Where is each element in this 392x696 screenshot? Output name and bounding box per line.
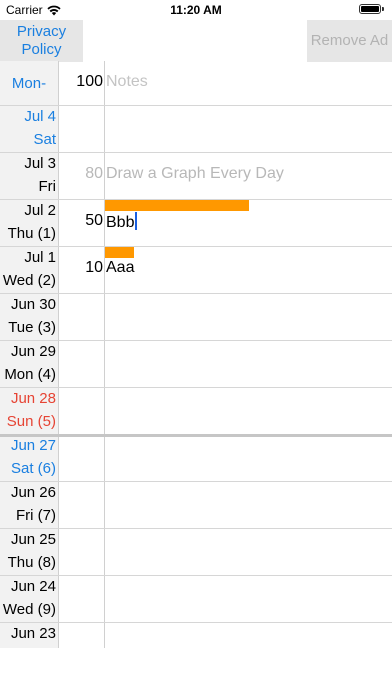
date-label: Jun 29	[10, 343, 56, 360]
date-row[interactable]: Jun 26 Fri (7)	[0, 481, 58, 527]
clock: 11:20 AM	[170, 3, 222, 17]
date-row[interactable]: Jun 25 Thu (8)	[0, 528, 58, 574]
row-divider	[0, 340, 392, 341]
battery-icon	[359, 4, 384, 14]
remove-ad-button[interactable]: Remove Ad	[307, 20, 392, 62]
date-row[interactable]: Jul 4 Sat	[0, 105, 58, 151]
value-column-divider	[104, 61, 105, 648]
privacy-policy-button[interactable]: Privacy Policy	[0, 20, 83, 62]
row-divider	[0, 246, 392, 247]
battery-level	[361, 6, 379, 12]
date-row[interactable]: Jul 2 Thu (1)	[0, 199, 58, 245]
date-row[interactable]: Jul 1 Wed (2)	[0, 246, 58, 292]
date-label: Jul 1	[24, 249, 56, 266]
row-divider	[0, 528, 392, 529]
row-divider	[0, 105, 392, 106]
week-start-selector[interactable]: Mon-	[0, 61, 58, 105]
value-bar	[105, 247, 134, 258]
date-label: Jun 25	[10, 531, 56, 548]
date-label: Jun 26	[10, 484, 56, 501]
weekday-label: Wed (9)	[2, 601, 56, 618]
entry-value[interactable]: 80	[61, 165, 103, 183]
max-value-label: 100	[76, 73, 103, 90]
text-cursor	[135, 212, 138, 230]
date-label: Jun 27	[10, 437, 56, 454]
date-label: Jul 4	[24, 108, 56, 125]
notes-field[interactable]: Notes	[106, 73, 148, 91]
date-label: Jun 24	[10, 578, 56, 595]
date-row[interactable]: Jun 28 Sun (5)	[0, 387, 58, 433]
weekday-label: Mon (4)	[4, 366, 56, 383]
weekday-label: Thu (8)	[7, 554, 56, 571]
entry-text[interactable]: Aaa	[106, 259, 134, 277]
weekday-label: Fri (7)	[16, 507, 56, 524]
date-label: Jun 28	[10, 390, 56, 407]
date-label: Jul 3	[24, 155, 56, 172]
row-divider	[0, 481, 392, 482]
status-bar: Carrier 11:20 AM	[0, 0, 392, 20]
weekday-label: Sat	[33, 131, 56, 148]
date-row[interactable]: Jun 30 Tue (3)	[0, 293, 58, 339]
date-row[interactable]: Jun 29 Mon (4)	[0, 340, 58, 386]
row-divider	[0, 575, 392, 576]
entry-value[interactable]: 50	[61, 212, 103, 230]
date-label: Jun 23	[10, 625, 56, 642]
date-row[interactable]: Jun 23	[0, 622, 58, 668]
weekday-label: Wed (2)	[2, 272, 56, 289]
row-divider	[0, 152, 392, 153]
date-row[interactable]: Jun 27 Sat (6)	[0, 434, 58, 480]
weekday-label: Sat (6)	[10, 460, 56, 477]
weekday-label: Fri	[38, 178, 57, 195]
entry-text[interactable]: Bbb	[106, 212, 138, 232]
date-column-divider	[58, 61, 59, 648]
row-divider	[0, 622, 392, 623]
entry-text[interactable]: Draw a Graph Every Day	[106, 165, 284, 183]
weekday-label: Sun (5)	[6, 413, 56, 430]
graph-grid: Mon- 100 Notes Jul 4 Sat Jul 3 Fri Jul 2 Thu …	[0, 61, 392, 648]
row-divider	[0, 199, 392, 200]
weekday-label: Thu (1)	[7, 225, 56, 242]
date-row[interactable]: Jul 3 Fri	[0, 152, 58, 198]
entry-value[interactable]: 10	[61, 259, 103, 277]
week-separator	[0, 434, 392, 437]
date-label: Jul 2	[24, 202, 56, 219]
row-divider	[0, 387, 392, 388]
date-row[interactable]: Jun 24 Wed (9)	[0, 575, 58, 621]
row-divider	[0, 293, 392, 294]
date-label: Jun 30	[10, 296, 56, 313]
value-bar	[105, 200, 249, 211]
weekday-label: Tue (3)	[8, 319, 56, 336]
